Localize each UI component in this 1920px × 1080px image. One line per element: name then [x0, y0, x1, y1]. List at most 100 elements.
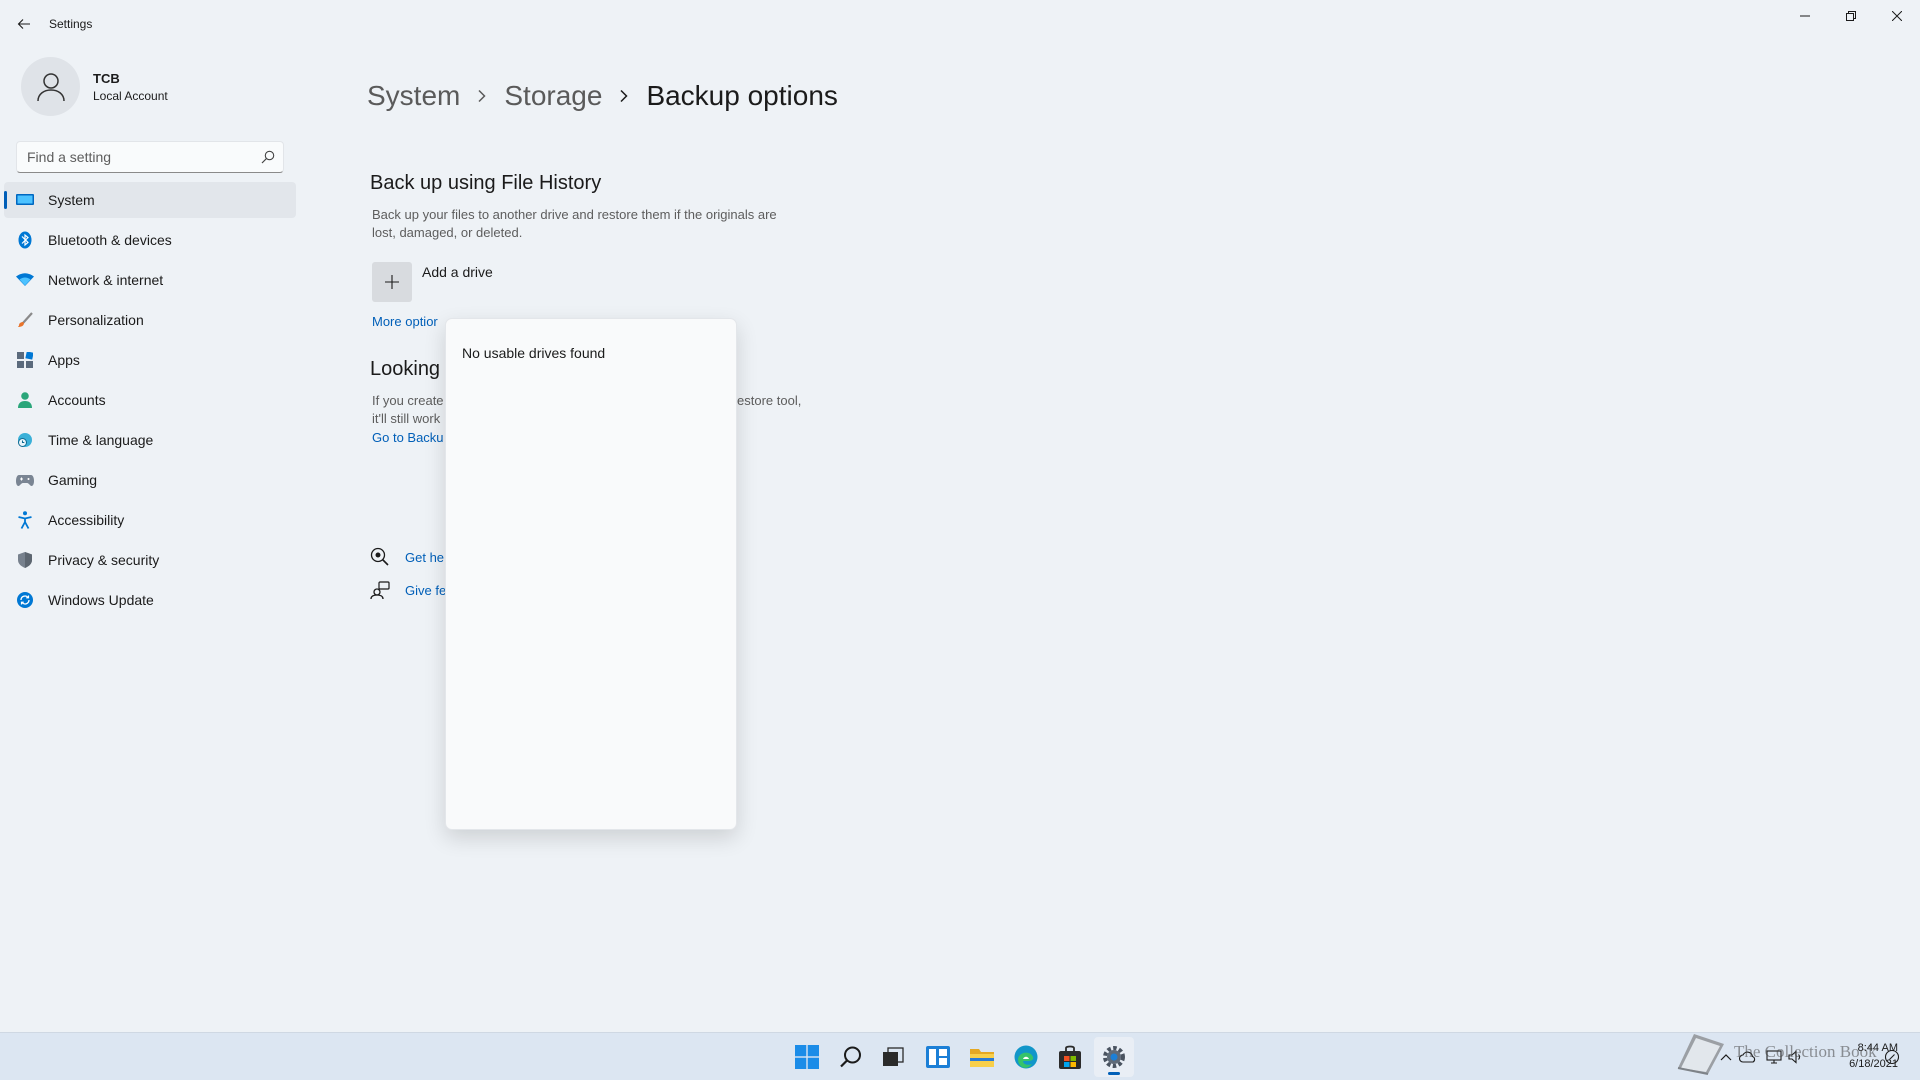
- app-title: Settings: [49, 17, 93, 31]
- sidebar-item-time-language[interactable]: Time & language: [4, 422, 296, 458]
- file-history-description-line2: lost, damaged, or deleted.: [372, 225, 523, 240]
- user-avatar-icon: [36, 72, 65, 101]
- cloud-icon: [1739, 1051, 1756, 1063]
- sidebar-item-windows-update[interactable]: Windows Update: [4, 582, 296, 618]
- sidebar-item-label: System: [48, 192, 95, 208]
- sidebar-item-label: Bluetooth & devices: [48, 232, 172, 248]
- settings-icon: [1103, 1046, 1125, 1068]
- restore-icon: [1846, 11, 1856, 21]
- breadcrumb-storage[interactable]: Storage: [504, 80, 602, 112]
- person-icon: [16, 391, 34, 409]
- title-bar: Settings: [0, 0, 1920, 48]
- file-explorer-icon: [970, 1049, 994, 1067]
- sidebar-item-label: Apps: [48, 352, 80, 368]
- older-backup-description-line2: it'll still work: [372, 411, 441, 426]
- sidebar-item-label: Privacy & security: [48, 552, 160, 568]
- accessibility-icon: [16, 511, 34, 529]
- add-drive-label[interactable]: Add a drive: [422, 264, 493, 280]
- profile-account-type: Local Account: [93, 89, 168, 103]
- globe-clock-icon: [16, 431, 34, 449]
- edge-icon: [1014, 1045, 1038, 1069]
- tray-network-button[interactable]: [1764, 1047, 1784, 1067]
- sidebar-item-accessibility[interactable]: Accessibility: [4, 502, 296, 538]
- close-icon: [1892, 11, 1902, 21]
- active-app-indicator: [1108, 1072, 1120, 1075]
- get-help-icon: [370, 547, 389, 566]
- bluetooth-icon: [16, 231, 34, 249]
- back-button[interactable]: [10, 10, 38, 38]
- search-box[interactable]: [16, 141, 284, 173]
- close-button[interactable]: [1874, 0, 1920, 32]
- feedback-icon: [370, 581, 390, 600]
- sidebar-item-label: Personalization: [48, 312, 144, 328]
- sidebar-item-label: Time & language: [48, 432, 154, 448]
- avatar: [21, 57, 80, 116]
- sidebar-item-label: Network & internet: [48, 272, 164, 288]
- notification-icon: [1884, 1049, 1900, 1065]
- taskbar-start-button[interactable]: [787, 1037, 827, 1077]
- minimize-button[interactable]: [1782, 0, 1828, 32]
- apps-icon: [16, 351, 34, 369]
- taskbar-store-button[interactable]: [1050, 1037, 1090, 1077]
- sidebar-item-label: Windows Update: [48, 592, 154, 608]
- taskbar-search-button[interactable]: [831, 1037, 871, 1077]
- tray-show-hidden-button[interactable]: [1716, 1047, 1736, 1067]
- sidebar-item-system[interactable]: System: [4, 182, 296, 218]
- sidebar-item-accounts[interactable]: Accounts: [4, 382, 296, 418]
- taskbar: 8:44 AM 6/18/2021: [0, 1032, 1920, 1080]
- sidebar-item-network[interactable]: Network & internet: [4, 262, 296, 298]
- taskbar-widgets-button[interactable]: [918, 1037, 958, 1077]
- back-arrow-icon: [17, 19, 30, 29]
- add-drive-button[interactable]: [372, 262, 412, 302]
- tray-notifications-button[interactable]: [1882, 1047, 1902, 1067]
- profile-name: TCB: [93, 71, 120, 86]
- tray-volume-button[interactable]: [1786, 1047, 1806, 1067]
- store-icon: [1059, 1045, 1081, 1069]
- older-backup-description-right: estore tool,: [737, 393, 802, 408]
- chevron-right-icon: [619, 89, 629, 103]
- sidebar-item-personalization[interactable]: Personalization: [4, 302, 296, 338]
- page-title: Backup options: [646, 80, 838, 111]
- breadcrumb: System Storage Backup options: [367, 76, 838, 116]
- drive-selection-flyout: No usable drives found: [445, 318, 737, 830]
- breadcrumb-system[interactable]: System: [367, 80, 460, 112]
- chevron-right-icon: [477, 89, 487, 103]
- sidebar-item-apps[interactable]: Apps: [4, 342, 296, 378]
- search-icon: [261, 150, 275, 164]
- chevron-up-icon: [1720, 1054, 1732, 1061]
- plus-icon: [385, 275, 399, 289]
- sidebar-item-label: Gaming: [48, 472, 98, 488]
- older-backup-description-left: If you create: [372, 393, 444, 408]
- sidebar-item-label: Accounts: [48, 392, 106, 408]
- search-input[interactable]: [27, 142, 247, 172]
- file-history-title: Back up using File History: [370, 172, 602, 194]
- search-icon: [840, 1046, 861, 1068]
- file-history-description-line1: Back up your files to another drive and …: [372, 207, 777, 222]
- taskbar-file-explorer-button[interactable]: [962, 1037, 1002, 1077]
- gamepad-icon: [16, 471, 34, 489]
- sidebar-item-label: Accessibility: [48, 512, 125, 528]
- get-help-link[interactable]: Get he: [405, 550, 444, 565]
- taskbar-task-view-button[interactable]: [873, 1037, 913, 1077]
- user-profile[interactable]: TCB Local Account: [21, 57, 291, 117]
- flyout-message: No usable drives found: [462, 345, 606, 361]
- task-view-icon: [883, 1047, 904, 1066]
- give-feedback-link[interactable]: Give fe: [405, 583, 446, 598]
- network-icon: [1766, 1050, 1782, 1064]
- speaker-icon: [1788, 1050, 1801, 1064]
- sidebar-item-privacy-security[interactable]: Privacy & security: [4, 542, 296, 578]
- taskbar-settings-button[interactable]: [1094, 1037, 1134, 1077]
- go-to-backup-restore-link[interactable]: Go to Backu: [372, 430, 444, 445]
- wifi-icon: [16, 271, 34, 289]
- taskbar-edge-button[interactable]: [1006, 1037, 1046, 1077]
- system-icon: [16, 191, 34, 209]
- more-options-link[interactable]: More optior: [372, 314, 438, 329]
- restore-button[interactable]: [1828, 0, 1874, 32]
- sidebar-item-bluetooth[interactable]: Bluetooth & devices: [4, 222, 296, 258]
- sidebar-item-gaming[interactable]: Gaming: [4, 462, 296, 498]
- widgets-icon: [926, 1046, 950, 1068]
- older-backup-title: Looking: [370, 358, 441, 380]
- tray-onedrive-button[interactable]: [1738, 1047, 1758, 1067]
- shield-icon: [16, 551, 34, 569]
- sidebar-nav: System Bluetooth & devices Network & int…: [4, 182, 296, 622]
